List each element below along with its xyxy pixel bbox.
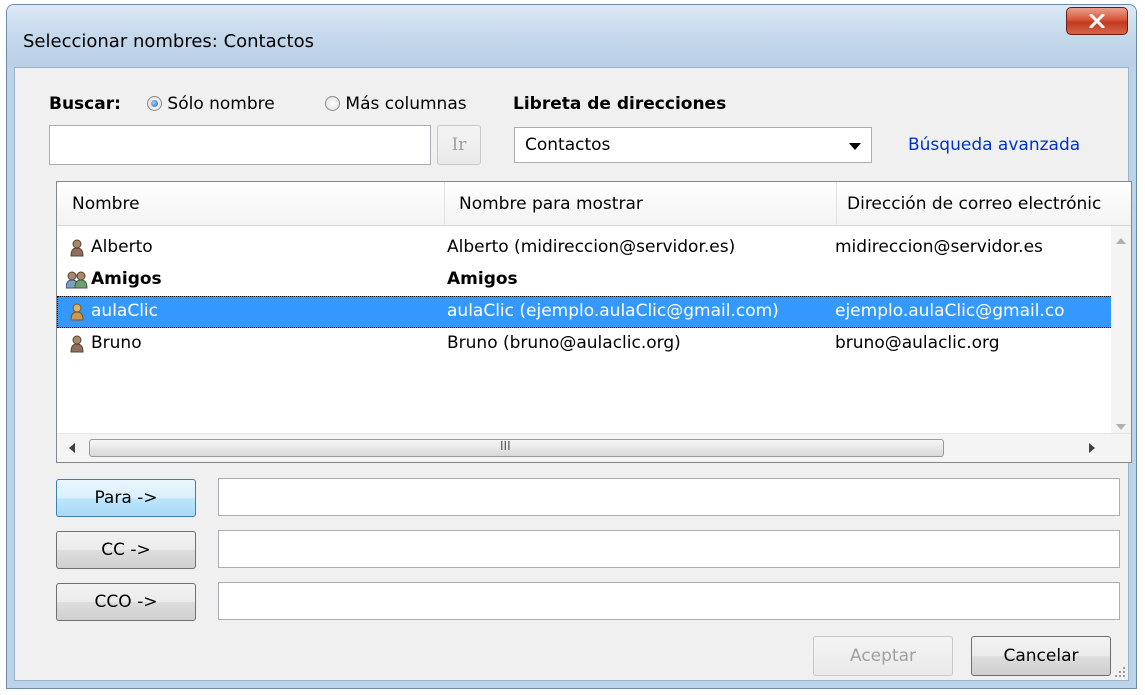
ok-button[interactable]: Aceptar xyxy=(813,636,953,676)
address-book-selected: Contactos xyxy=(525,135,611,155)
contact-display-name: Bruno (bruno@aulaclic.org) xyxy=(447,333,681,353)
go-button[interactable]: Ir xyxy=(437,125,481,165)
column-header-display-name[interactable]: Nombre para mostrar xyxy=(459,194,643,214)
address-book-dropdown[interactable]: Contactos xyxy=(514,127,872,163)
radio-name-only[interactable]: Sólo nombre xyxy=(147,94,275,114)
contact-display-name: aulaClic (ejemplo.aulaClic@gmail.com) xyxy=(447,301,779,321)
bcc-field[interactable] xyxy=(218,582,1120,620)
contact-name: Bruno xyxy=(91,333,142,353)
contact-name: Alberto xyxy=(91,237,153,257)
search-label: Buscar: xyxy=(49,94,121,114)
title-bar[interactable]: Seleccionar nombres: Contactos xyxy=(7,5,1136,67)
bcc-button[interactable]: CCO -> xyxy=(56,583,196,621)
contact-display-name: Amigos xyxy=(447,269,518,289)
dialog-body: aula clic Buscar: Sólo nombre Más column… xyxy=(14,67,1132,681)
column-header-email[interactable]: Dirección de correo electrónic xyxy=(847,194,1101,214)
scroll-right-icon[interactable] xyxy=(1089,443,1095,453)
search-input[interactable] xyxy=(49,125,431,165)
cc-button[interactable]: CC -> xyxy=(56,531,196,569)
list-header: Nombre Nombre para mostrar Dirección de … xyxy=(57,182,1131,226)
group-icon xyxy=(66,271,88,289)
contact-email: ejemplo.aulaClic@gmail.co xyxy=(835,301,1065,321)
close-icon xyxy=(1089,14,1105,28)
scroll-left-icon[interactable] xyxy=(69,443,75,453)
radio-checked-icon xyxy=(147,96,162,111)
contact-display-name: Alberto (midireccion@servidor.es) xyxy=(447,237,736,257)
resize-grip-icon[interactable] xyxy=(1112,664,1126,678)
radio-more-columns[interactable]: Más columnas xyxy=(325,94,467,114)
scroll-grip: III xyxy=(500,439,511,453)
scroll-down-icon[interactable] xyxy=(1116,424,1126,430)
radio-name-only-label: Sólo nombre xyxy=(167,94,275,114)
to-button[interactable]: Para -> xyxy=(56,479,196,517)
advanced-search-link[interactable]: Búsqueda avanzada xyxy=(908,135,1080,155)
horizontal-scrollbar[interactable]: III xyxy=(57,433,1131,462)
close-button[interactable] xyxy=(1066,7,1128,35)
dialog-window: Seleccionar nombres: Contactos aula clic… xyxy=(6,4,1137,689)
contact-email: bruno@aulaclic.org xyxy=(835,333,1000,353)
list-item[interactable]: Bruno Bruno (bruno@aulaclic.org) bruno@a… xyxy=(57,328,1131,360)
contact-icon xyxy=(70,239,84,257)
radio-unchecked-icon xyxy=(325,96,340,111)
contact-name: Amigos xyxy=(91,269,162,289)
contact-name: aulaClic xyxy=(91,301,158,321)
contacts-list[interactable]: Nombre Nombre para mostrar Dirección de … xyxy=(56,181,1132,463)
cancel-button[interactable]: Cancelar xyxy=(971,636,1111,676)
contact-email: midireccion@servidor.es xyxy=(835,237,1043,257)
window-title: Seleccionar nombres: Contactos xyxy=(23,31,314,52)
column-header-name[interactable]: Nombre xyxy=(72,194,140,214)
vertical-scrollbar[interactable] xyxy=(1111,226,1131,442)
list-item[interactable]: Amigos Amigos xyxy=(57,264,1131,296)
column-divider[interactable] xyxy=(836,182,837,225)
contact-icon xyxy=(70,303,84,321)
contact-icon xyxy=(70,335,84,353)
column-divider[interactable] xyxy=(444,182,445,225)
radio-more-columns-label: Más columnas xyxy=(345,94,467,114)
list-item[interactable]: Alberto Alberto (midireccion@servidor.es… xyxy=(57,232,1131,264)
chevron-down-icon xyxy=(849,143,861,150)
address-book-label: Libreta de direcciones xyxy=(513,94,727,114)
scroll-up-icon[interactable] xyxy=(1116,238,1126,244)
to-field[interactable] xyxy=(218,478,1120,516)
list-item-selected[interactable]: aulaClic aulaClic (ejemplo.aulaClic@gmai… xyxy=(57,296,1131,328)
cc-field[interactable] xyxy=(218,530,1120,568)
horizontal-scroll-thumb[interactable]: III xyxy=(89,439,944,457)
